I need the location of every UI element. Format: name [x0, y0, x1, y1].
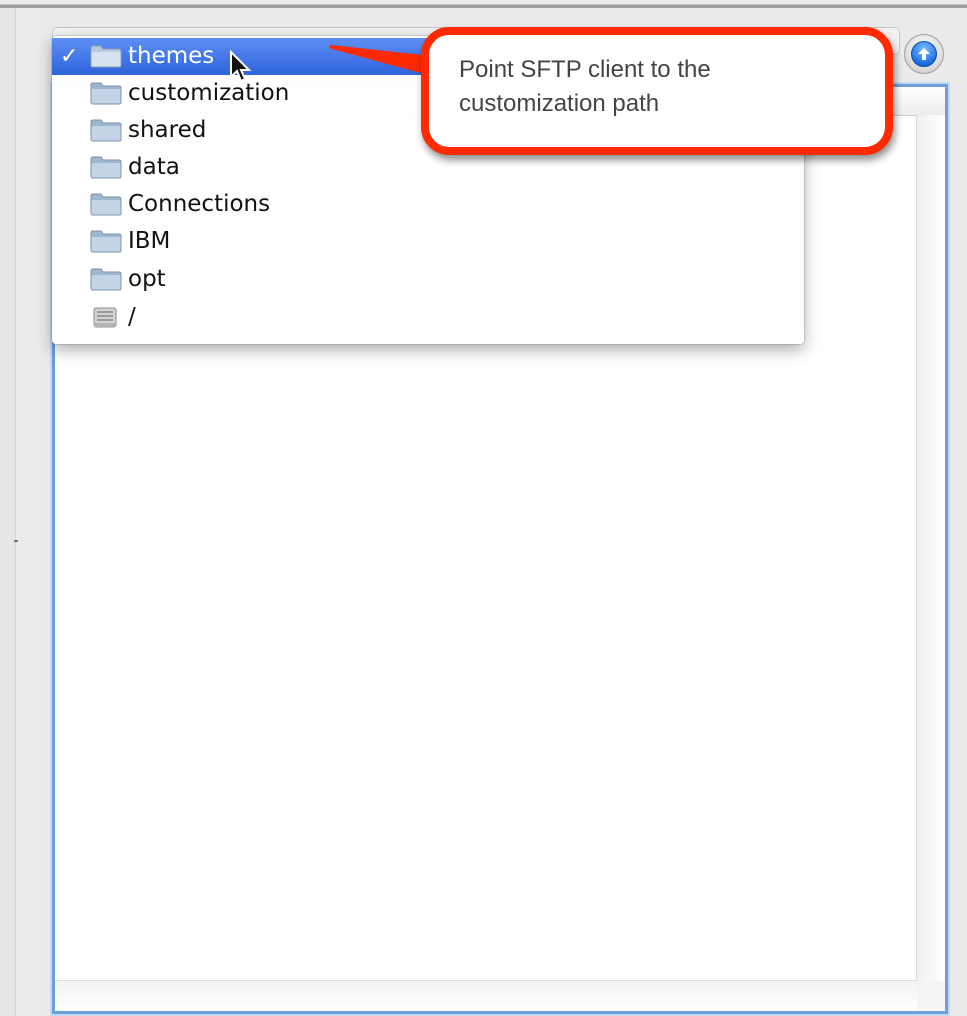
callout-pointer — [328, 45, 432, 76]
splitter-handle[interactable] — [14, 540, 18, 542]
menu-item-label: opt — [128, 266, 166, 292]
menu-item-opt[interactable]: opt — [52, 261, 804, 298]
folder-icon — [90, 268, 122, 291]
menu-item-label: Connections — [128, 191, 271, 217]
folder-icon — [90, 156, 122, 179]
folder-icon — [90, 119, 122, 142]
scroll-corner — [917, 981, 945, 1011]
checkmark-icon: ✓ — [60, 44, 79, 69]
go-up-button[interactable] — [904, 34, 944, 74]
folder-icon — [90, 230, 122, 253]
folder-icon — [90, 193, 122, 216]
menu-item-label: IBM — [128, 228, 171, 254]
annotation-callout: Point SFTP client to the customization p… — [421, 27, 893, 155]
left-pane-edge — [0, 8, 16, 1016]
menu-item-connections[interactable]: Connections — [52, 186, 804, 223]
horizontal-scrollbar[interactable] — [55, 980, 917, 1011]
menu-item-label: themes — [128, 43, 215, 69]
menu-item-root[interactable]: / — [52, 299, 804, 336]
folder-icon — [90, 82, 122, 105]
menu-item-label: customization — [128, 80, 290, 106]
callout-text: Point SFTP client to the customization p… — [459, 56, 711, 117]
vertical-scrollbar[interactable] — [916, 115, 945, 981]
menu-item-label: data — [128, 154, 180, 180]
menu-item-label: / — [128, 304, 136, 330]
mouse-pointer-icon — [230, 50, 252, 83]
menu-item-ibm[interactable]: IBM — [52, 223, 804, 260]
arrow-up-icon — [911, 41, 937, 67]
hard-drive-icon — [93, 307, 117, 328]
folder-icon — [90, 45, 122, 68]
menu-item-label: shared — [128, 117, 207, 143]
window-top-border — [0, 0, 967, 8]
